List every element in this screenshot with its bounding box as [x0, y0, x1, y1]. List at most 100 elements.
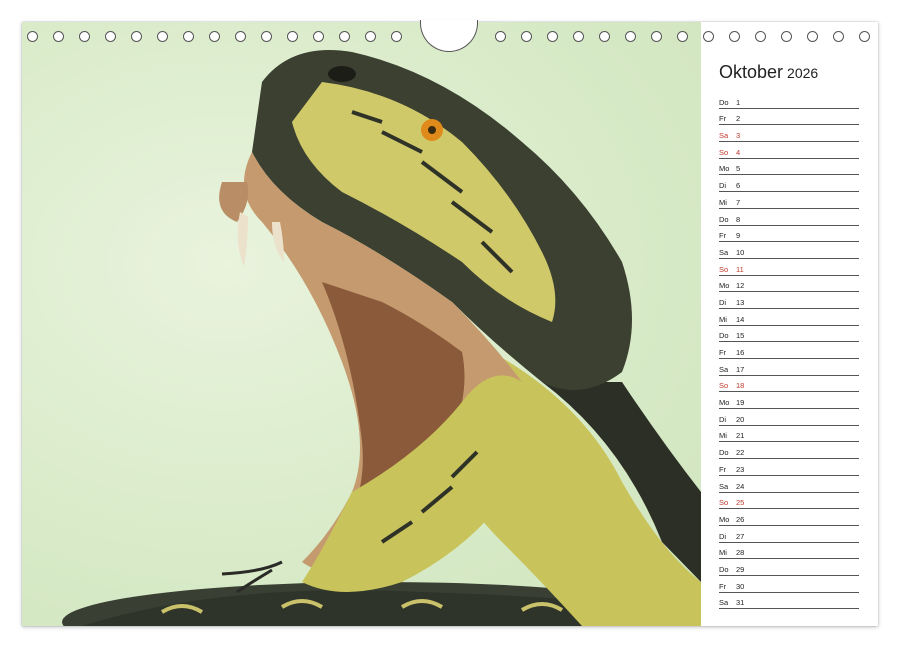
binding-ring [261, 31, 272, 42]
day-row: Di 27 [719, 526, 859, 543]
day-row: Mi 7 [719, 192, 859, 209]
day-row: Do 1 [719, 92, 859, 109]
weekday-label: Do [719, 331, 729, 341]
weekday-label: Sa [719, 247, 729, 257]
weekday-label: So [719, 498, 729, 508]
binding-ring [313, 31, 324, 42]
weekday-label: Di [719, 531, 727, 541]
day-row: Di 6 [719, 175, 859, 193]
weekday-label: Sa [719, 131, 729, 141]
day-number: 29 [736, 564, 745, 574]
weekday-label: Mi [719, 197, 727, 207]
weekday-label: Mi [719, 314, 727, 324]
binding-ring [729, 31, 740, 42]
binding-ring [547, 31, 558, 42]
binding-ring [183, 31, 194, 42]
day-list: Do 1 Fr 2 Sa 3 So 4 Mo 5 Di 6 Mi 7 Do 8 Fr 9 Sa 10 So 11 Mo 12 D… [719, 92, 859, 610]
weekday-label: Mi [719, 548, 727, 558]
day-number: 23 [736, 464, 745, 474]
day-number: 17 [736, 364, 745, 374]
day-row: Fr 23 [719, 459, 859, 476]
weekday-label: Mo [719, 514, 730, 524]
binding-ring [755, 31, 766, 42]
weekday-label: So [719, 147, 729, 157]
day-number: 31 [736, 598, 745, 608]
calendar-panel: Oktober 2026 Do 1 Fr 2 Sa 3 So 4 Mo 5 Di 6 Mi 7 Do 8 Fr 9 S… [701, 22, 878, 626]
day-row: So 11 [719, 259, 859, 276]
day-number: 26 [736, 514, 745, 524]
weekday-label: Mi [719, 431, 727, 441]
day-row: Mi 14 [719, 309, 859, 326]
day-row: Di 20 [719, 409, 859, 426]
weekday-label: Sa [719, 364, 729, 374]
day-row: Do 29 [719, 559, 859, 576]
weekday-label: Do [719, 214, 729, 224]
month-title: Oktober 2026 [719, 62, 818, 83]
binding-ring [365, 31, 376, 42]
weekday-label: Do [719, 564, 729, 574]
day-number: 9 [736, 231, 741, 241]
day-number: 4 [736, 147, 741, 157]
weekday-label: Fr [719, 464, 727, 474]
day-number: 11 [736, 264, 744, 274]
binding-ring [573, 31, 584, 42]
binding-ring [807, 31, 818, 42]
weekday-label: Do [719, 97, 729, 107]
day-row: Sa 3 [719, 125, 859, 143]
day-number: 13 [736, 297, 745, 307]
day-number: 5 [736, 164, 741, 174]
weekday-label: Fr [719, 581, 727, 591]
day-number: 18 [736, 381, 745, 391]
weekday-label: Mo [719, 164, 730, 174]
day-number: 2 [736, 114, 741, 124]
day-number: 20 [736, 414, 745, 424]
weekday-label: So [719, 264, 729, 274]
weekday-label: Fr [719, 114, 727, 124]
day-row: Mo 19 [719, 392, 859, 410]
binding-ring [677, 31, 688, 42]
day-row: Fr 16 [719, 342, 859, 359]
binding-ring [79, 31, 90, 42]
binding-ring [599, 31, 610, 42]
weekday-label: Mo [719, 398, 730, 408]
binding-ring [157, 31, 168, 42]
day-row: So 25 [719, 493, 859, 510]
day-row: Sa 10 [719, 242, 859, 259]
weekday-label: Di [719, 297, 727, 307]
day-number: 19 [736, 398, 745, 408]
day-number: 21 [736, 431, 745, 441]
day-number: 22 [736, 448, 745, 458]
day-number: 16 [736, 348, 745, 357]
day-row: So 18 [719, 376, 859, 393]
year-label: 2026 [787, 65, 819, 81]
day-number: 24 [736, 481, 745, 491]
day-row: Mo 26 [719, 509, 859, 526]
day-number: 30 [736, 581, 745, 591]
binding-ring [131, 31, 142, 42]
binding-ring [287, 31, 298, 42]
binding-ring [833, 31, 844, 42]
weekday-label: Di [719, 181, 727, 191]
day-number: 25 [736, 498, 745, 508]
day-row: Fr 2 [719, 109, 859, 126]
binding-ring [651, 31, 662, 42]
binding-ring [391, 31, 402, 42]
binding-ring [105, 31, 116, 42]
binding-ring [625, 31, 636, 42]
binding-ring [53, 31, 64, 42]
binding-ring [521, 31, 532, 42]
binding-ring [859, 31, 870, 42]
day-number: 12 [736, 281, 745, 291]
day-row: Mi 28 [719, 543, 859, 560]
weekday-label: So [719, 381, 729, 391]
day-number: 10 [736, 247, 745, 257]
weekday-label: Di [719, 414, 727, 424]
day-number: 14 [736, 314, 745, 324]
day-row: Di 13 [719, 292, 859, 309]
day-row: Fr 30 [719, 576, 859, 593]
snake-photo [22, 22, 701, 626]
day-row: Mi 21 [719, 426, 859, 443]
day-row: So 4 [719, 142, 859, 159]
calendar-page: Oktober 2026 Do 1 Fr 2 Sa 3 So 4 Mo 5 Di 6 Mi 7 Do 8 Fr 9 S… [22, 22, 878, 626]
day-number: 3 [736, 131, 741, 141]
